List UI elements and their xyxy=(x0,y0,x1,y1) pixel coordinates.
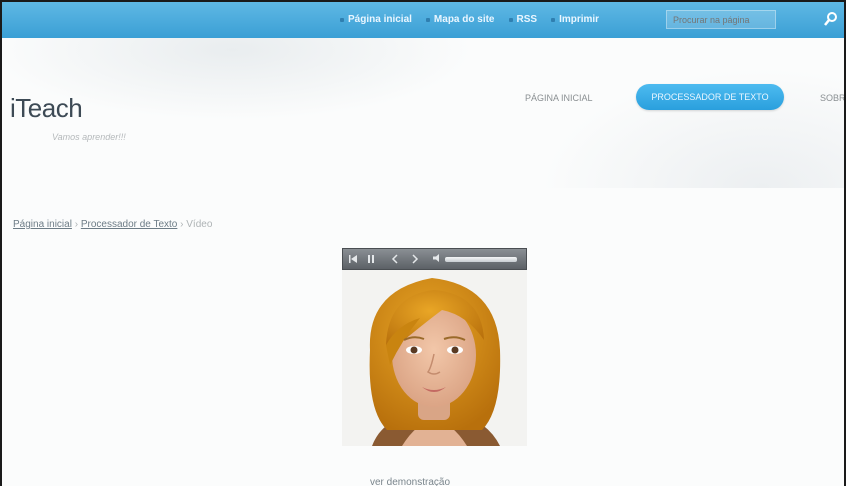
next-icon[interactable] xyxy=(410,253,420,265)
demo-link[interactable]: ver demonstração xyxy=(370,477,450,486)
pause-icon[interactable] xyxy=(366,253,376,265)
site-header: iTeach Vamos aprender!!! PÁGINA INICIAL … xyxy=(2,38,844,188)
avatar-video-image xyxy=(342,270,527,446)
top-link-rss[interactable]: RSS xyxy=(507,12,550,27)
breadcrumb-section[interactable]: Processador de Texto xyxy=(81,219,178,230)
breadcrumb-separator: › xyxy=(71,219,81,230)
top-link-print[interactable]: Imprimir xyxy=(549,12,611,27)
site-logo[interactable]: iTeach xyxy=(10,93,83,124)
top-link-home[interactable]: Página inicial xyxy=(338,12,424,27)
site-tagline: Vamos aprender!!! xyxy=(52,132,126,142)
nav-item-about[interactable]: SOBRE xyxy=(820,93,844,103)
nav-item-text-processor[interactable]: PROCESSADOR DE TEXTO xyxy=(636,84,784,110)
video-frame[interactable] xyxy=(342,270,527,446)
nav-item-home[interactable]: PÁGINA INICIAL xyxy=(525,93,593,103)
breadcrumb-separator: › xyxy=(177,219,187,230)
breadcrumb-current: Vídeo xyxy=(186,219,213,230)
search-icon[interactable] xyxy=(824,11,838,27)
top-links: Página inicial Mapa do site RSS Imprimir xyxy=(338,12,611,27)
search-input[interactable] xyxy=(666,10,776,29)
rewind-start-icon[interactable] xyxy=(348,253,358,265)
top-link-sitemap[interactable]: Mapa do site xyxy=(424,12,507,27)
volume-slider[interactable] xyxy=(445,257,517,262)
breadcrumb: Página inicial › Processador de Texto › … xyxy=(13,219,212,230)
browser-frame: Página inicial Mapa do site RSS Imprimir… xyxy=(0,0,846,486)
breadcrumb-home[interactable]: Página inicial xyxy=(13,219,72,230)
top-bar: Página inicial Mapa do site RSS Imprimir xyxy=(2,2,844,38)
previous-icon[interactable] xyxy=(390,253,400,265)
volume-icon[interactable] xyxy=(432,253,442,263)
